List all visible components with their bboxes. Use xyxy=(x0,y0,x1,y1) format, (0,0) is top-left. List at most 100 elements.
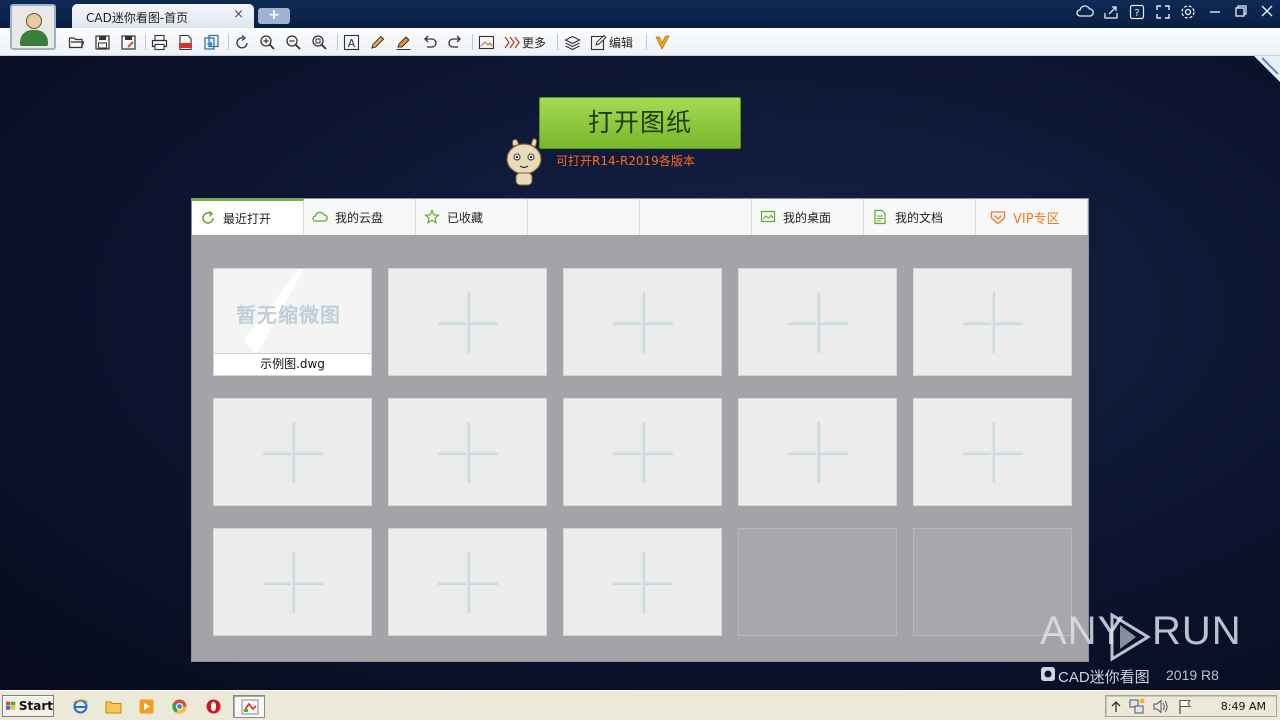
tab-desktop[interactable]: 我的桌面 xyxy=(752,199,864,235)
tab-close-button[interactable]: × xyxy=(233,7,244,22)
watermark-run: RUN xyxy=(1152,609,1242,653)
save-as-icon[interactable] xyxy=(120,33,137,51)
user-avatar[interactable] xyxy=(10,4,56,50)
pencil-icon[interactable] xyxy=(369,33,386,51)
save-icon[interactable] xyxy=(94,33,111,51)
zoom-in-icon[interactable] xyxy=(259,33,276,51)
empty-slot[interactable] xyxy=(738,268,897,376)
avatar-body-icon xyxy=(20,30,48,46)
cloud-drive-icon xyxy=(312,211,328,222)
empty-slot[interactable] xyxy=(388,398,547,506)
restore-icon[interactable] xyxy=(1231,4,1251,24)
plus-icon xyxy=(641,292,645,353)
product-version: 2019 R8 xyxy=(1166,667,1219,683)
edit-label: 编辑 xyxy=(609,35,634,50)
empty-slot[interactable] xyxy=(913,268,1072,376)
internet-explorer-icon[interactable] xyxy=(72,698,89,715)
play-triangle-icon xyxy=(1110,612,1151,662)
share-icon[interactable] xyxy=(1101,4,1121,24)
plus-icon xyxy=(816,422,820,483)
empty-slot[interactable] xyxy=(738,398,897,506)
empty-slot[interactable] xyxy=(563,398,722,506)
media-player-icon[interactable] xyxy=(138,698,155,715)
taskbar-cad-viewer[interactable] xyxy=(233,695,265,718)
taskbar-clock[interactable]: 8:49 AM xyxy=(1221,700,1266,713)
tab-documents[interactable]: 我的文档 xyxy=(864,199,976,235)
document-icon xyxy=(874,209,886,225)
plus-icon xyxy=(291,552,295,613)
plus-icon xyxy=(466,422,470,483)
minimize-icon[interactable] xyxy=(1205,4,1225,24)
open-folder-icon[interactable] xyxy=(68,33,85,51)
undo-icon[interactable] xyxy=(421,33,438,51)
edit-icon xyxy=(590,34,607,50)
toolbar-divider xyxy=(228,34,229,50)
print-icon[interactable] xyxy=(151,33,168,51)
vip-v-icon[interactable] xyxy=(654,33,671,51)
tab-desktop-label: 我的桌面 xyxy=(783,210,832,225)
no-thumbnail-text: 暂无缩微图 xyxy=(236,303,341,327)
tray-expand-icon[interactable] xyxy=(1111,700,1121,713)
tab-favorites[interactable]: 已收藏 xyxy=(416,199,528,235)
rotate-icon[interactable] xyxy=(234,33,251,51)
open-drawing-button[interactable]: 打开图纸 xyxy=(539,97,741,149)
windows-logo-icon xyxy=(6,701,16,710)
svg-text:?: ? xyxy=(1134,8,1139,19)
empty-slot[interactable] xyxy=(213,398,372,506)
tab-spacer xyxy=(640,199,752,235)
recent-file-sample[interactable]: 暂无缩微图 示例图.dwg xyxy=(213,268,372,376)
opera-icon[interactable] xyxy=(205,698,222,715)
start-button[interactable]: Start xyxy=(2,695,54,717)
title-bar: CAD迷你看图-首页 × + ? xyxy=(0,0,1280,28)
action-center-flag-icon[interactable] xyxy=(1177,698,1194,715)
mascot-icon xyxy=(506,138,542,186)
image-tool-icon[interactable] xyxy=(478,33,495,51)
network-icon[interactable] xyxy=(1128,698,1145,715)
help-icon[interactable]: ? xyxy=(1127,4,1147,24)
tab-recent[interactable]: 最近打开 xyxy=(192,199,304,235)
export-pdf-icon[interactable] xyxy=(177,33,194,51)
folder-icon[interactable] xyxy=(105,698,122,715)
plus-icon xyxy=(641,422,645,483)
close-icon[interactable] xyxy=(1257,4,1277,24)
redo-icon[interactable] xyxy=(447,33,464,51)
layers-icon[interactable] xyxy=(564,33,581,51)
plus-icon xyxy=(291,422,295,483)
empty-slot[interactable] xyxy=(388,528,547,636)
blank-slot xyxy=(738,528,897,636)
plus-icon xyxy=(466,552,470,613)
convert-icon[interactable] xyxy=(203,33,220,51)
zoom-window-icon[interactable] xyxy=(311,33,328,51)
open-hint-text: 可打开R14-R2019各版本 xyxy=(556,154,695,168)
plus-icon xyxy=(991,422,995,483)
highlighter-icon[interactable] xyxy=(395,33,412,51)
empty-slot[interactable] xyxy=(213,528,372,636)
edit-button[interactable]: 编辑 xyxy=(590,33,633,51)
home-page: 打开图纸 可打开R14-R2019各版本 最近打开 我的云盘 已收藏 我的桌面 … xyxy=(0,56,1280,690)
chrome-icon[interactable] xyxy=(171,698,188,715)
settings-icon[interactable] xyxy=(1178,4,1198,24)
cloud-icon[interactable] xyxy=(1075,4,1095,24)
new-tab-button[interactable]: + xyxy=(258,8,290,24)
plus-icon xyxy=(641,552,645,613)
empty-slot[interactable] xyxy=(563,268,722,376)
corner-feedback-icon[interactable] xyxy=(1254,56,1280,82)
volume-icon[interactable] xyxy=(1152,698,1169,715)
zoom-out-icon[interactable] xyxy=(285,33,302,51)
text-tool-icon[interactable]: A xyxy=(343,33,360,51)
fullscreen-icon[interactable] xyxy=(1153,4,1173,24)
anyrun-watermark: ANY RUN CAD迷你看图 2019 R8 xyxy=(1040,609,1242,686)
tab-home[interactable]: CAD迷你看图-首页 × xyxy=(72,4,254,28)
tab-vip[interactable]: VIP专区 xyxy=(976,199,1088,235)
star-icon xyxy=(424,209,440,225)
plus-icon xyxy=(816,292,820,353)
tab-vip-label: VIP专区 xyxy=(1013,211,1060,227)
more-button[interactable]: 更多 xyxy=(503,33,546,51)
cad-viewer-app-icon xyxy=(241,699,259,715)
tab-cloud[interactable]: 我的云盘 xyxy=(304,199,416,235)
empty-slot[interactable] xyxy=(563,528,722,636)
plus-icon xyxy=(991,292,995,353)
tab-cloud-label: 我的云盘 xyxy=(335,210,384,225)
empty-slot[interactable] xyxy=(913,398,1072,506)
empty-slot[interactable] xyxy=(388,268,547,376)
